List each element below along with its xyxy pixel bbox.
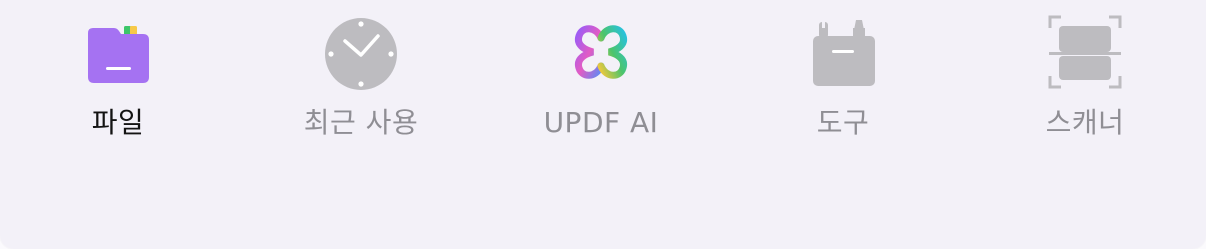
clock-icon — [323, 14, 399, 90]
tab-tools-label: 도구 — [816, 106, 870, 139]
updf-ai-logo-icon — [563, 14, 639, 90]
folder-icon — [80, 14, 156, 90]
toolbox-icon — [805, 14, 881, 90]
tab-files-label: 파일 — [91, 106, 145, 139]
tab-scanner-label: 스캐너 — [1045, 106, 1125, 139]
tab-updf-ai-label: UPDF AI — [543, 106, 659, 139]
tab-tools[interactable]: 도구 — [753, 14, 933, 144]
tab-updf-ai[interactable]: UPDF AI — [511, 14, 691, 144]
tab-scanner[interactable]: 스캐너 — [995, 14, 1175, 144]
scanner-icon — [1047, 14, 1123, 90]
tab-recent[interactable]: 최근 사용 — [271, 14, 451, 144]
tab-recent-label: 최근 사용 — [303, 106, 419, 139]
tab-files[interactable]: 파일 — [28, 14, 208, 144]
bottom-tab-bar: 파일 최근 사용 UPDF AI 도구 스캐너 — [0, 0, 1206, 249]
